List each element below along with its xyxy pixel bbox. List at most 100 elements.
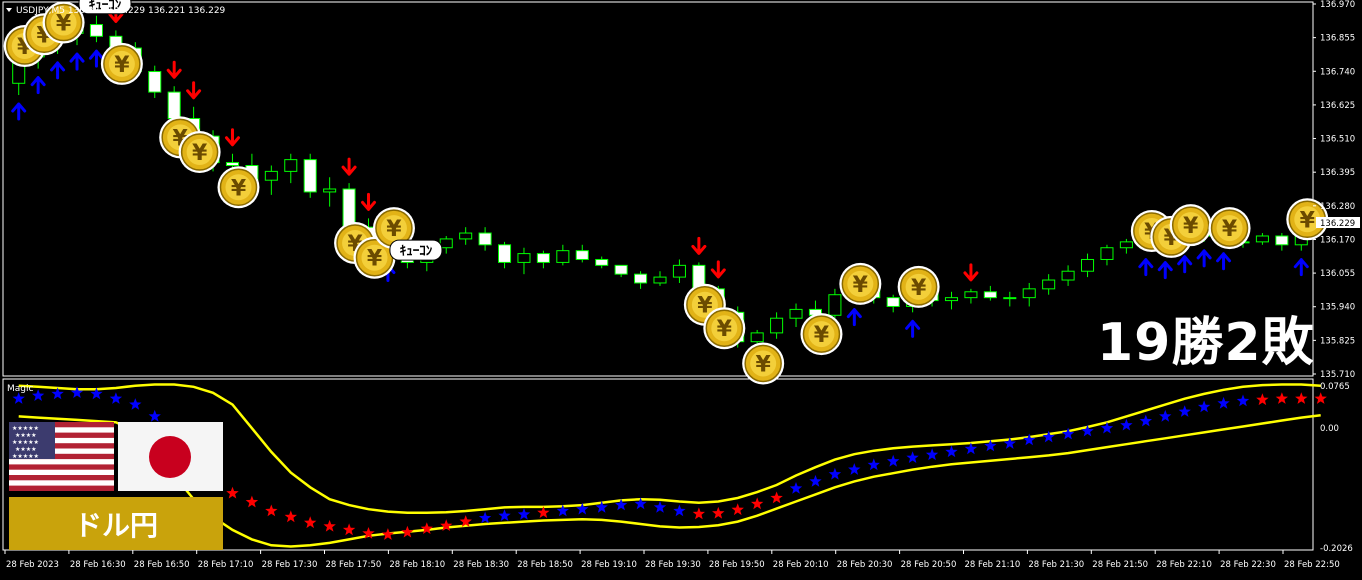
indicator-star-blue	[1159, 409, 1172, 422]
candle-body	[614, 264, 628, 275]
time-axis-label: 28 Feb 20:10	[773, 560, 829, 570]
indicator-star-blue	[1178, 405, 1191, 417]
candle-body	[575, 250, 589, 260]
yen-coin-icon: ¥	[1183, 214, 1199, 239]
time-axis-label: 28 Feb 22:30	[1220, 560, 1276, 570]
indicator-star-blue	[906, 451, 919, 463]
buy-signal-arrow-icon	[11, 102, 27, 121]
indicator-star-red	[1314, 392, 1327, 404]
buy-signal-arrow-icon	[50, 61, 66, 80]
time-axis-label: 28 Feb 19:30	[645, 560, 701, 570]
time-axis-label: 28 Feb 22:50	[1284, 560, 1340, 570]
indicator-star-blue	[809, 474, 822, 487]
symbol-header: USDJPY,M5 136.222 136.229 136.221 136.22…	[16, 6, 226, 16]
candle-body	[750, 332, 764, 343]
indicator-star-red	[712, 506, 725, 519]
price-axis-label: 135.825	[1320, 336, 1355, 346]
indicator-star-red	[1295, 392, 1308, 404]
candle-body	[1100, 247, 1114, 260]
time-axis-label: 28 Feb 17:50	[326, 560, 382, 570]
buy-signal-arrow-icon	[1138, 258, 1154, 277]
buy-signal-arrow-icon	[1216, 252, 1232, 271]
candle-body	[1275, 235, 1289, 246]
indicator-star-blue	[517, 508, 531, 520]
candle-body	[672, 264, 686, 278]
svg-text:★★★★: ★★★★	[15, 446, 37, 453]
yen-coin-icon: ¥	[814, 323, 830, 348]
price-axis-label: 136.970	[1320, 0, 1355, 10]
candle-body	[89, 24, 103, 37]
candle-body	[342, 188, 356, 228]
indicator-star-red	[692, 507, 705, 520]
yen-coin-icon: ¥	[756, 352, 772, 377]
japan-flag-icon	[118, 422, 223, 491]
price-axis-label: 136.855	[1320, 34, 1355, 44]
buy-signal-arrow-icon	[30, 76, 46, 95]
sell-signal-arrow-icon	[224, 128, 240, 147]
win-loss-result: 19勝2敗	[1097, 313, 1315, 373]
time-axis-label: 28 Feb 18:10	[389, 560, 445, 570]
indicator-star-blue	[828, 467, 842, 480]
candle-body	[886, 297, 900, 307]
indicator-star-blue	[887, 454, 900, 467]
time-axis-label: 28 Feb 19:10	[581, 560, 637, 570]
sell-signal-arrow-icon	[963, 263, 979, 282]
price-axis-label: 136.625	[1320, 101, 1355, 111]
time-axis-label: 28 Feb 21:10	[965, 560, 1021, 570]
candle-body	[459, 232, 473, 240]
indicator-star-red	[265, 504, 278, 517]
buy-signal-arrow-icon	[1177, 255, 1193, 274]
indicator-star-blue	[148, 409, 161, 422]
indicator-star-blue	[129, 398, 142, 410]
candle-body	[1119, 241, 1133, 249]
yen-coin-icon: ¥	[853, 273, 869, 298]
svg-text:★★★★★: ★★★★★	[12, 453, 39, 460]
candle-body	[944, 297, 959, 302]
sell-signal-arrow-icon	[710, 260, 726, 279]
indicator-star-blue	[1139, 414, 1152, 427]
candle-body	[595, 258, 609, 266]
indicator-star-red	[770, 491, 783, 504]
yen-coin-icon: ¥	[386, 217, 402, 242]
indicator-star-blue	[925, 448, 939, 461]
time-axis-label: 28 Feb 18:50	[517, 560, 573, 570]
candle-body	[1061, 270, 1075, 281]
indicator-star-red	[420, 522, 433, 534]
indicator-star-red	[731, 503, 744, 516]
indicator-star-red	[1256, 393, 1269, 406]
sell-signal-arrow-icon	[361, 192, 377, 211]
indicator-star-blue	[1120, 418, 1133, 431]
time-axis-label: 28 Feb 20:30	[837, 560, 893, 570]
time-axis-label: 28 Feb 16:50	[134, 560, 190, 570]
indicator-star-blue	[1197, 400, 1211, 413]
candle-body	[303, 159, 317, 193]
candle-body	[498, 244, 512, 263]
indicator-star-blue	[789, 482, 803, 494]
candle-body	[653, 276, 667, 284]
buy-signal-arrow-icon	[1196, 249, 1212, 268]
sell-signal-arrow-icon	[166, 60, 182, 79]
sell-signal-arrow-icon	[691, 236, 707, 255]
yen-coin-icon: ¥	[367, 247, 383, 272]
yen-coin-icon: ¥	[1222, 217, 1238, 242]
svg-text:★★★★★: ★★★★★	[12, 425, 39, 432]
candle-body	[828, 294, 842, 316]
candle-body	[983, 291, 997, 299]
indicator-star-red	[245, 495, 259, 508]
indicator-star-red	[226, 486, 239, 499]
indicator-star-blue	[1236, 394, 1250, 407]
time-axis-label: 28 Feb 21:50	[1092, 560, 1148, 570]
buy-signal-arrow-icon	[846, 308, 862, 327]
candle-body	[264, 170, 278, 181]
chart-menu-triangle-icon[interactable]	[6, 8, 12, 12]
time-axis-label: 28 Feb 17:30	[262, 560, 318, 570]
indicator-axis-label: -0.2026	[1320, 544, 1353, 554]
indicator-star-blue	[673, 504, 686, 517]
svg-text:★★★★: ★★★★	[15, 432, 37, 439]
candle-body	[770, 317, 784, 334]
indicator-star-red	[751, 497, 764, 510]
price-axis-label: 136.055	[1320, 269, 1355, 279]
time-axis-label: 28 Feb 22:10	[1156, 560, 1212, 570]
indicator-star-red	[342, 523, 356, 536]
indicator-star-red	[323, 519, 336, 532]
